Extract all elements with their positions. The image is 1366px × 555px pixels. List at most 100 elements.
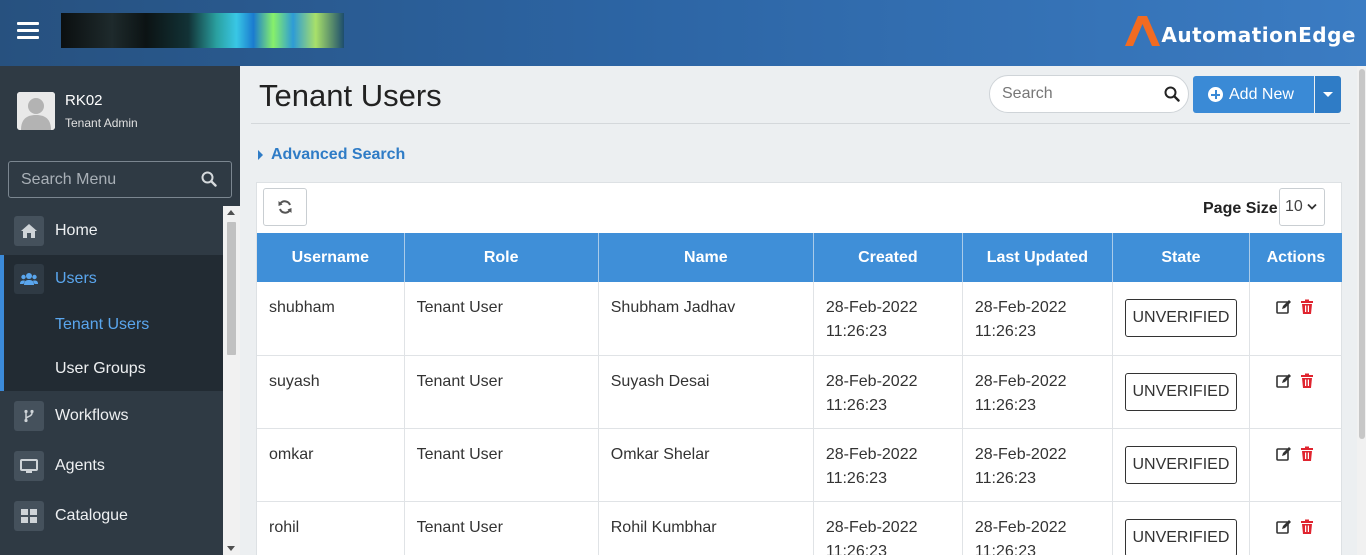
- sidebar-scrollbar[interactable]: [223, 206, 240, 555]
- created-date: 28-Feb-2022: [825, 445, 918, 463]
- table-row: suyash Tenant User Suyash Desai 28-Feb-2…: [257, 355, 1342, 429]
- edit-icon[interactable]: [1276, 519, 1292, 535]
- sidebar-item-catalogue[interactable]: Catalogue: [0, 491, 223, 541]
- state-cell: UNVERIFIED: [1112, 282, 1250, 356]
- refresh-button[interactable]: [263, 188, 307, 226]
- automationedge-logo-icon: [1121, 13, 1165, 47]
- sidebar-subitem-label: Tenant Users: [55, 316, 150, 333]
- search-input[interactable]: [990, 76, 1150, 112]
- username-cell: shubham: [257, 282, 405, 356]
- grid-icon: [14, 501, 44, 531]
- table-row: rohil Tenant User Rohil Kumbhar 28-Feb-2…: [257, 501, 1342, 555]
- home-icon: [14, 216, 44, 246]
- menu-search-input[interactable]: [9, 162, 189, 197]
- sidebar: RK02 Tenant Admin Home Users Tenant User…: [0, 66, 240, 555]
- main-content: Tenant Users Add New Advanced Search Pag…: [240, 66, 1366, 555]
- sidebar-item-label: Users: [55, 270, 97, 287]
- updated-time: 11:26:23: [974, 542, 1036, 555]
- search-icon[interactable]: [1164, 86, 1180, 107]
- user-name: RK02: [65, 92, 103, 109]
- edit-icon[interactable]: [1276, 446, 1292, 462]
- sidebar-item-label: Home: [55, 222, 98, 239]
- search-field: [989, 75, 1189, 113]
- avatar: [17, 92, 55, 130]
- state-badge-button[interactable]: UNVERIFIED: [1124, 445, 1237, 484]
- delete-icon[interactable]: [1299, 299, 1315, 315]
- created-time: 11:26:23: [825, 396, 887, 414]
- column-header[interactable]: Role: [404, 233, 599, 282]
- created-time: 11:26:23: [825, 323, 887, 340]
- sidebar-item-label: Workflows: [55, 407, 129, 424]
- add-new-dropdown-toggle[interactable]: [1315, 76, 1341, 113]
- add-new-label: Add New: [1229, 85, 1294, 103]
- scrollbar-thumb[interactable]: [1359, 69, 1365, 439]
- delete-icon[interactable]: [1299, 519, 1315, 535]
- updated-date: 28-Feb-2022: [974, 299, 1067, 316]
- updated-date: 28-Feb-2022: [974, 372, 1067, 390]
- actions-cell: [1249, 282, 1342, 356]
- header-banner-image: [61, 13, 344, 48]
- column-header[interactable]: Username: [257, 233, 405, 282]
- delete-icon[interactable]: [1299, 446, 1315, 462]
- top-header: AutomationEdge: [0, 0, 1366, 66]
- column-header[interactable]: Last Updated: [962, 233, 1113, 282]
- edit-icon[interactable]: [1276, 299, 1292, 315]
- sidebar-item-workflows[interactable]: Workflows: [0, 391, 223, 441]
- name-cell: Omkar Shelar: [598, 428, 814, 502]
- scroll-up-icon[interactable]: [227, 210, 235, 215]
- edit-icon[interactable]: [1276, 373, 1292, 389]
- sidebar-item-label: Catalogue: [55, 507, 128, 524]
- column-header[interactable]: Created: [813, 233, 963, 282]
- brand-logo: AutomationEdge: [1121, 13, 1356, 47]
- column-header: Actions: [1249, 233, 1342, 282]
- name-cell: Rohil Kumbhar: [598, 501, 814, 555]
- page-size-label: Page Size: [1203, 200, 1278, 217]
- table-row: omkar Tenant User Omkar Shelar 28-Feb-20…: [257, 428, 1342, 502]
- created-date: 28-Feb-2022: [825, 518, 918, 536]
- created-time: 11:26:23: [825, 469, 887, 487]
- updated-cell: 28-Feb-2022 11:26:23: [962, 355, 1113, 429]
- role-cell: Tenant User: [404, 355, 599, 429]
- menu-toggle-icon[interactable]: [17, 22, 39, 42]
- sidebar-item-users[interactable]: Users: [0, 255, 223, 303]
- delete-icon[interactable]: [1299, 373, 1315, 389]
- username-cell: rohil: [257, 501, 405, 555]
- page-title: Tenant Users: [259, 78, 442, 113]
- add-new-button[interactable]: Add New: [1193, 76, 1314, 113]
- page-size-select[interactable]: 10: [1279, 188, 1325, 226]
- sidebar-subitem-user-groups[interactable]: User Groups: [0, 347, 223, 391]
- menu-search: [8, 161, 232, 198]
- state-badge-button[interactable]: UNVERIFIED: [1124, 372, 1237, 411]
- updated-date: 28-Feb-2022: [974, 445, 1067, 463]
- users-icon: [14, 264, 44, 294]
- column-header[interactable]: Name: [598, 233, 814, 282]
- updated-time: 11:26:23: [974, 396, 1036, 414]
- name-cell: Suyash Desai: [598, 355, 814, 429]
- created-time: 11:26:23: [825, 542, 887, 555]
- state-badge-button[interactable]: UNVERIFIED: [1124, 299, 1237, 337]
- monitor-icon: [14, 451, 44, 481]
- scrollbar-thumb[interactable]: [227, 222, 236, 355]
- sidebar-subitem-tenant-users[interactable]: Tenant Users: [0, 303, 223, 347]
- actions-cell: [1249, 355, 1342, 429]
- users-table: Username Role Name Created Last Updated …: [257, 233, 1342, 555]
- sidebar-item-home[interactable]: Home: [0, 207, 223, 255]
- state-cell: UNVERIFIED: [1112, 428, 1250, 502]
- main-scrollbar[interactable]: [1357, 66, 1366, 555]
- username-cell: omkar: [257, 428, 405, 502]
- search-icon[interactable]: [201, 171, 217, 192]
- updated-date: 28-Feb-2022: [974, 518, 1067, 536]
- advanced-search-toggle[interactable]: Advanced Search: [258, 146, 405, 164]
- sidebar-item-agents[interactable]: Agents: [0, 441, 223, 491]
- sidebar-subitem-label: User Groups: [55, 360, 146, 377]
- caret-right-icon: [258, 150, 263, 160]
- actions-cell: [1249, 501, 1342, 555]
- role-cell: Tenant User: [404, 428, 599, 502]
- column-header[interactable]: State: [1112, 233, 1250, 282]
- scroll-down-icon[interactable]: [227, 546, 235, 551]
- plus-circle-icon: [1208, 87, 1223, 102]
- created-cell: 28-Feb-2022 11:26:23: [813, 282, 963, 356]
- updated-cell: 28-Feb-2022 11:26:23: [962, 428, 1113, 502]
- refresh-icon: [278, 200, 292, 214]
- state-badge-button[interactable]: UNVERIFIED: [1124, 518, 1237, 555]
